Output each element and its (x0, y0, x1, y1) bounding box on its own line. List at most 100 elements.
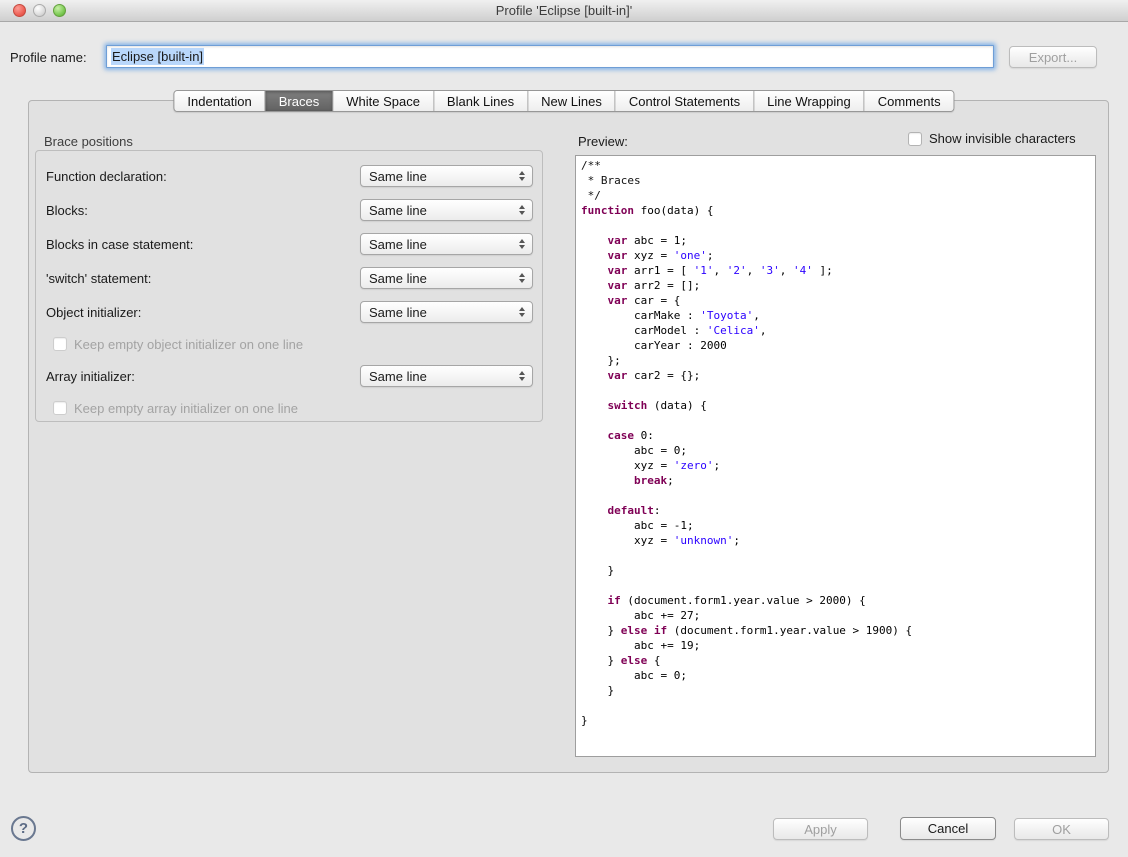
label-switch-statement: 'switch' statement: (46, 271, 151, 286)
dropdown-value: Same line (369, 169, 519, 184)
code-line: var car = { (581, 293, 1090, 308)
code-line: switch (data) { (581, 398, 1090, 413)
code-line: abc += 19; (581, 638, 1090, 653)
show-invisible-checkbox[interactable] (908, 132, 922, 146)
show-invisible-characters[interactable]: Show invisible characters (908, 131, 1076, 146)
label-object-initializer: Object initializer: (46, 305, 141, 320)
row-switch-statement: 'switch' statement: Same line (36, 261, 542, 295)
row-array-initializer: Array initializer: Same line (36, 359, 542, 393)
code-line: } else if (document.form1.year.value > 1… (581, 623, 1090, 638)
up-down-arrows-icon (519, 371, 525, 381)
code-line: abc = -1; (581, 518, 1090, 533)
code-line: xyz = 'zero'; (581, 458, 1090, 473)
code-line: }; (581, 353, 1090, 368)
code-line: function foo(data) { (581, 203, 1090, 218)
code-line (581, 578, 1090, 593)
tab-line-wrapping[interactable]: Line Wrapping (754, 91, 865, 111)
checkbox-keep-empty-array-initializer-on-one-line (53, 401, 67, 415)
dropdown-value: Same line (369, 369, 519, 384)
profile-name-label: Profile name: (10, 50, 87, 65)
code-line: if (document.form1.year.value > 2000) { (581, 593, 1090, 608)
code-line: var abc = 1; (581, 233, 1090, 248)
window-title: Profile 'Eclipse [built-in]' (0, 3, 1128, 18)
row-blocks-in-case-statement: Blocks in case statement: Same line (36, 227, 542, 261)
dropdown-object-initializer[interactable]: Same line (360, 301, 533, 323)
up-down-arrows-icon (519, 171, 525, 181)
code-line: carModel : 'Celica', (581, 323, 1090, 338)
tab-indentation[interactable]: Indentation (174, 91, 265, 111)
help-button[interactable]: ? (11, 816, 36, 841)
row-keep-empty-object-initializer-on-one-line: Keep empty object initializer on one lin… (36, 329, 542, 359)
code-line: * Braces (581, 173, 1090, 188)
up-down-arrows-icon (519, 205, 525, 215)
show-invisible-label: Show invisible characters (929, 131, 1076, 146)
cancel-button[interactable]: Cancel (900, 817, 996, 840)
profile-name-input[interactable]: Eclipse [built-in] (106, 45, 994, 68)
code-line: carYear : 2000 (581, 338, 1090, 353)
code-line (581, 218, 1090, 233)
checkbox-label: Keep empty object initializer on one lin… (74, 337, 303, 352)
tab-white-space[interactable]: White Space (333, 91, 434, 111)
tab-blank-lines[interactable]: Blank Lines (434, 91, 528, 111)
export-button[interactable]: Export... (1009, 46, 1097, 68)
dropdown-blocks-in-case-statement[interactable]: Same line (360, 233, 533, 255)
code-line: abc += 27; (581, 608, 1090, 623)
code-line: xyz = 'unknown'; (581, 533, 1090, 548)
row-keep-empty-array-initializer-on-one-line: Keep empty array initializer on one line (36, 393, 542, 423)
dropdown-function-declaration[interactable]: Same line (360, 165, 533, 187)
code-line: abc = 0; (581, 443, 1090, 458)
apply-button[interactable]: Apply (773, 818, 868, 840)
code-line: } (581, 713, 1090, 728)
code-line: break; (581, 473, 1090, 488)
code-line: case 0: (581, 428, 1090, 443)
label-array-initializer: Array initializer: (46, 369, 135, 384)
code-line: abc = 0; (581, 668, 1090, 683)
row-blocks: Blocks: Same line (36, 193, 542, 227)
code-line: } (581, 683, 1090, 698)
dropdown-value: Same line (369, 237, 519, 252)
preview-code: /** * Braces */function foo(data) { var … (575, 155, 1096, 757)
code-line: default: (581, 503, 1090, 518)
checkbox-keep-empty-object-initializer-on-one-line (53, 337, 67, 351)
code-line: } (581, 563, 1090, 578)
row-object-initializer: Object initializer: Same line (36, 295, 542, 329)
up-down-arrows-icon (519, 239, 525, 249)
label-blocks: Blocks: (46, 203, 88, 218)
code-line (581, 698, 1090, 713)
code-line: var xyz = 'one'; (581, 248, 1090, 263)
code-line (581, 488, 1090, 503)
tab-comments[interactable]: Comments (865, 91, 954, 111)
code-line (581, 383, 1090, 398)
tab-new-lines[interactable]: New Lines (528, 91, 616, 111)
code-line: /** (581, 158, 1090, 173)
tab-braces[interactable]: Braces (266, 91, 333, 111)
code-line: */ (581, 188, 1090, 203)
dropdown-blocks[interactable]: Same line (360, 199, 533, 221)
code-line: var car2 = {}; (581, 368, 1090, 383)
ok-button[interactable]: OK (1014, 818, 1109, 840)
dropdown-switch-statement[interactable]: Same line (360, 267, 533, 289)
code-line (581, 548, 1090, 563)
brace-positions-box: Function declaration: Same line Blocks: Sam… (35, 150, 543, 422)
up-down-arrows-icon (519, 273, 525, 283)
dropdown-array-initializer[interactable]: Same line (360, 365, 533, 387)
dropdown-value: Same line (369, 305, 519, 320)
code-line: } else { (581, 653, 1090, 668)
dropdown-value: Same line (369, 271, 519, 286)
row-function-declaration: Function declaration: Same line (36, 159, 542, 193)
code-line: var arr2 = []; (581, 278, 1090, 293)
profile-name-value: Eclipse [built-in] (111, 48, 204, 65)
preview-label: Preview: (578, 134, 628, 149)
tab-bar: IndentationBracesWhite SpaceBlank LinesN… (173, 90, 954, 112)
checkbox-label: Keep empty array initializer on one line (74, 401, 298, 416)
up-down-arrows-icon (519, 307, 525, 317)
code-line: var arr1 = [ '1', '2', '3', '4' ]; (581, 263, 1090, 278)
code-line: carMake : 'Toyota', (581, 308, 1090, 323)
brace-positions-group-label: Brace positions (44, 134, 133, 149)
dropdown-value: Same line (369, 203, 519, 218)
window-titlebar: Profile 'Eclipse [built-in]' (0, 0, 1128, 22)
label-function-declaration: Function declaration: (46, 169, 167, 184)
tab-control-statements[interactable]: Control Statements (616, 91, 754, 111)
code-line (581, 413, 1090, 428)
label-blocks-in-case-statement: Blocks in case statement: (46, 237, 193, 252)
